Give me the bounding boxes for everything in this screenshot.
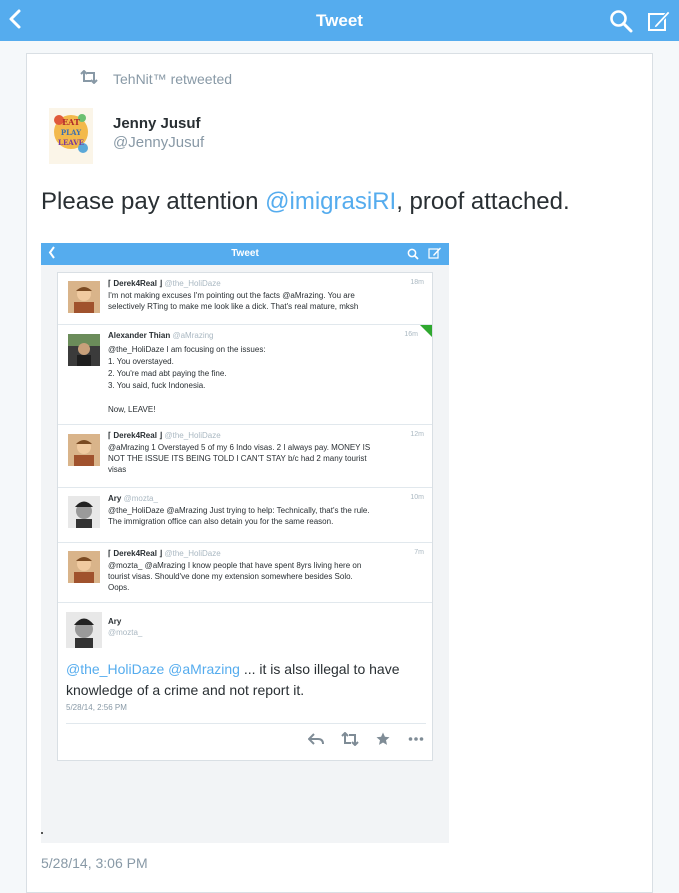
reply-line: visas [108, 465, 127, 474]
tweet-timestamp: 5/28/14, 3:06 PM [41, 855, 148, 871]
retweet-icon [341, 731, 359, 747]
reply-line: 2. You're mad abt paying the fine. [108, 369, 227, 378]
reply-author: ⌈ Derek4Real ⌋ @the_HoliDaze [108, 549, 221, 558]
reply-line: 1. You overstayed. [108, 357, 174, 366]
reply-author: ⌈ Derek4Real ⌋ @the_HoliDaze [108, 431, 221, 440]
reply-time: 16m [404, 331, 418, 338]
reply-author: Ary @mozta_ [108, 494, 158, 503]
avatar-text-3: LEAVE [58, 138, 84, 147]
reply-line: @mozta_ @aMrazing I know people that hav… [108, 561, 362, 570]
embedded-search-icon [407, 247, 419, 260]
reply-handle: @the_HoliDaze [164, 279, 221, 288]
avatar [68, 281, 100, 313]
reply-line [108, 392, 426, 404]
reply-time: 12m [410, 431, 424, 438]
reply-author: ⌈ Derek4Real ⌋ @the_HoliDaze [108, 279, 221, 288]
reply-text: @aMrazing 1 Overstayed 5 of my 6 Indo vi… [108, 442, 426, 475]
avatar [68, 434, 100, 466]
reply-line: NOT THE ISSUE ITS BEING TOLD I CAN'T STA… [108, 454, 367, 463]
reply-time: 7m [414, 549, 424, 556]
avatar-text-1: EAT [62, 117, 80, 127]
avatar [66, 612, 102, 648]
focused-text-1: ... it is also illegal to have [239, 661, 400, 677]
reply-handle: @the_HoliDaze [164, 549, 221, 558]
reply-name: Alexander Thian [108, 331, 171, 340]
reply-time: 10m [410, 494, 424, 501]
author-name[interactable]: Jenny Jusuf [113, 115, 201, 132]
reply-line: The immigration office can also detain y… [108, 517, 334, 526]
reply-name: ⌈ Derek4Real ⌋ [108, 431, 163, 440]
image-artifact [41, 832, 43, 834]
list-item: Alexander Thian @aMrazing 16m @the_HoliD… [58, 325, 432, 425]
page-title: Tweet [316, 11, 363, 30]
divider [66, 723, 426, 724]
reply-text: @the_HoliDaze I am focusing on the issue… [108, 344, 426, 416]
reply-text: @the_HoliDaze @aMrazing Just trying to h… [108, 505, 426, 527]
focused-author-handle: @mozta_ [108, 628, 143, 637]
reply-name: ⌈ Derek4Real ⌋ [108, 279, 163, 288]
avatar [68, 334, 100, 366]
mention-link: @aMrazing [168, 661, 240, 677]
focused-text-2: knowledge of a crime and not report it. [66, 682, 305, 698]
list-item: ⌈ Derek4Real ⌋ @the_HoliDaze 12m @aMrazi… [58, 425, 432, 488]
avatar [68, 551, 100, 583]
reply-icon [307, 732, 324, 746]
avatar[interactable]: EAT PLAY LEAVE [49, 108, 93, 164]
avatar-text-2: PLAY [61, 128, 82, 137]
list-item: ⌈ Derek4Real ⌋ @the_HoliDaze 7m @mozta_ … [58, 543, 432, 603]
reply-handle: @aMrazing [172, 331, 214, 340]
retweet-icon [79, 69, 99, 85]
reply-line: Oops. [108, 583, 130, 592]
attached-image[interactable]: Tweet ⌈ Derek4Real ⌋ @the_HoliDaze 18m I… [41, 243, 449, 843]
tweet-text-before: Please pay attention [41, 188, 266, 215]
compose-icon[interactable] [646, 8, 672, 34]
selection-marker [420, 325, 432, 337]
avatar [68, 496, 100, 528]
focused-author-name: Ary [108, 617, 122, 626]
embedded-title: Tweet [231, 248, 259, 259]
list-item: Ary @mozta_ 10m @the_HoliDaze @aMrazing … [58, 488, 432, 543]
retweet-context: TehNit™ retweeted [113, 71, 233, 87]
author-handle[interactable]: @JennyJusuf [113, 134, 204, 151]
reply-line: I'm not making excuses I'm pointing out … [108, 291, 355, 300]
tweet-card: TehNit™ retweeted EAT PLAY LEAVE Jenny J… [26, 53, 653, 893]
embedded-compose-icon [428, 246, 442, 260]
reply-line: @aMrazing 1 Overstayed 5 of my 6 Indo vi… [108, 443, 371, 452]
reply-line: @the_HoliDaze @aMrazing Just trying to h… [108, 506, 370, 515]
reply-text: @mozta_ @aMrazing I know people that hav… [108, 560, 426, 593]
nav-bar: Tweet [0, 0, 679, 41]
embedded-nav-bar: Tweet [41, 243, 449, 265]
list-item: ⌈ Derek4Real ⌋ @the_HoliDaze 18m I'm not… [58, 273, 432, 325]
focused-tweet-text: @the_HoliDaze @aMrazing ... it is also i… [66, 659, 399, 701]
reply-line: tourist visas. Should've done my extensi… [108, 572, 353, 581]
more-icon [408, 732, 424, 746]
reply-time: 18m [410, 279, 424, 286]
reply-text: I'm not making excuses I'm pointing out … [108, 290, 426, 312]
tweet-text: Please pay attention @imigrasiRI, proof … [41, 188, 570, 216]
reply-name: Ary [108, 494, 122, 503]
embedded-conversation: ⌈ Derek4Real ⌋ @the_HoliDaze 18m I'm not… [57, 272, 433, 761]
favorite-icon [376, 732, 390, 746]
reply-line: Now, LEAVE! [108, 405, 156, 414]
mention-link: @the_HoliDaze [66, 661, 165, 677]
reply-handle: @the_HoliDaze [164, 431, 221, 440]
reply-author: Alexander Thian @aMrazing [108, 331, 214, 340]
reply-handle: @mozta_ [123, 494, 158, 503]
reply-name: ⌈ Derek4Real ⌋ [108, 549, 163, 558]
reply-line: 3. You said, fuck Indonesia. [108, 381, 206, 390]
focused-timestamp: 5/28/14, 2:56 PM [66, 703, 127, 712]
reply-line: @the_HoliDaze I am focusing on the issue… [108, 345, 266, 354]
reply-line: selectively RTing to make me look like a… [108, 302, 359, 311]
mention-link[interactable]: @imigrasiRI [265, 188, 396, 215]
search-icon[interactable] [609, 9, 633, 33]
tweet-text-after: , proof attached. [396, 188, 570, 215]
